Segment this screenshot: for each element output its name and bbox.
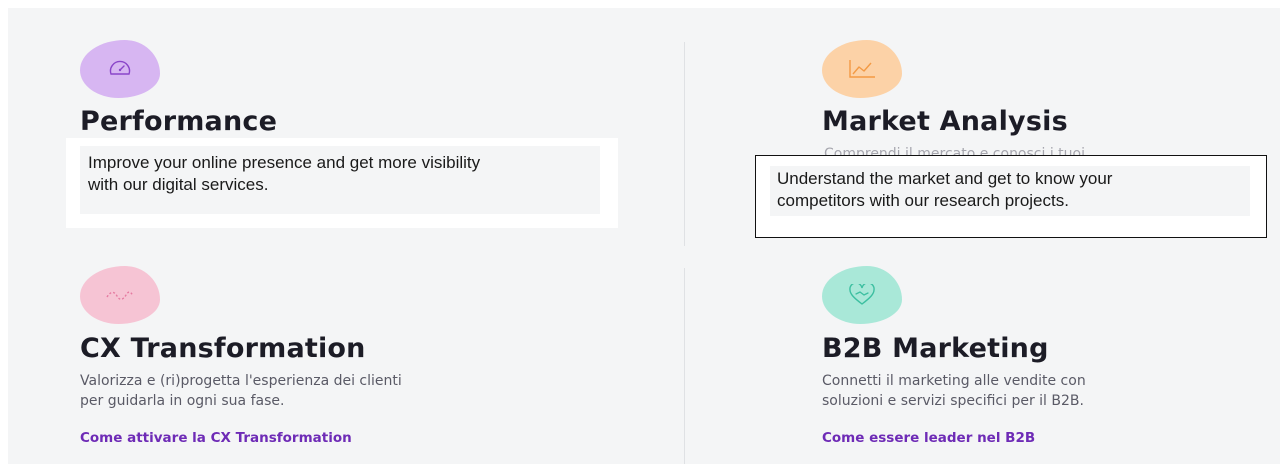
cx-learn-more-link[interactable]: Come attivare la CX Transformation — [80, 430, 352, 446]
market-partial-description: Comprendi il mercato e conosci i tuoi — [824, 146, 1085, 155]
line-chart-icon — [849, 60, 875, 78]
b2b-learn-more-link[interactable]: Come essere leader nel B2B — [822, 430, 1035, 446]
cx-description-line2: per guidarla in ogni sua fase. — [80, 393, 285, 409]
cx-title: CX Transformation — [80, 333, 366, 364]
b2b-title: B2B Marketing — [822, 333, 1049, 364]
market-icon-badge — [822, 40, 902, 98]
b2b-icon-badge — [822, 266, 902, 324]
market-translation-line2: competitors with our research projects. — [777, 191, 1069, 210]
cx-description-line1: Valorizza e (ri)progetta l'esperienza de… — [80, 373, 402, 389]
b2b-description-line1: Connetti il marketing alle vendite con — [822, 373, 1086, 389]
market-title: Market Analysis — [822, 106, 1068, 137]
performance-translation-line2: with our digital services. — [88, 175, 269, 194]
wave-line-icon — [106, 291, 134, 300]
b2b-description-line2: soluzioni e servizi specifici per il B2B… — [822, 393, 1084, 409]
column-divider-top — [684, 42, 685, 246]
performance-icon-badge — [80, 40, 160, 98]
speedometer-icon — [109, 60, 131, 75]
performance-title: Performance — [80, 106, 278, 137]
cx-icon-badge — [80, 266, 160, 324]
column-divider-bottom — [684, 268, 685, 464]
market-translation-line1: Understand the market and get to know yo… — [777, 169, 1113, 188]
performance-translation-line1: Improve your online presence and get mor… — [88, 153, 481, 172]
heart-handshake-icon — [849, 284, 875, 305]
